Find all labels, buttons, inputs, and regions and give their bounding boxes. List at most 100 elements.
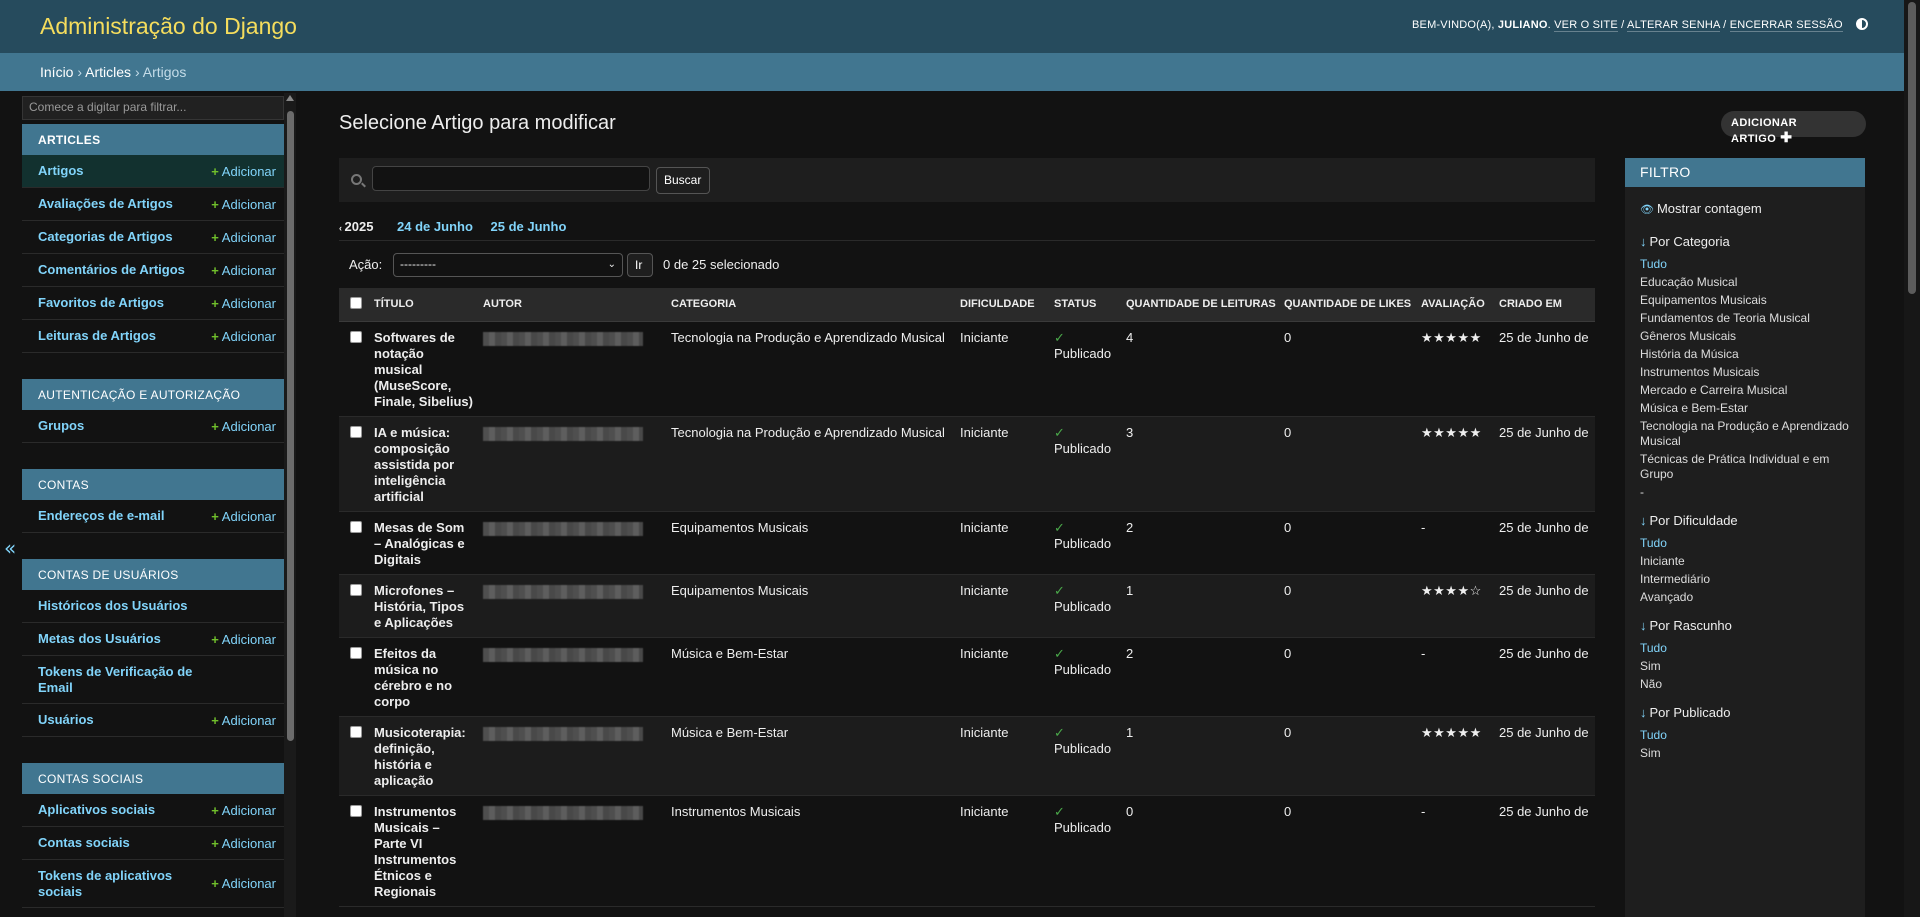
breadcrumb-home[interactable]: Início: [40, 64, 73, 80]
add-link[interactable]: + Adicionar: [211, 263, 276, 278]
row-checkbox[interactable]: [350, 725, 362, 738]
scrollbar-thumb[interactable]: [287, 111, 294, 741]
filter-option[interactable]: Fundamentos de Teoria Musical: [1640, 309, 1850, 327]
article-title-link[interactable]: Efeitos da música no cérebro e no corpo: [369, 637, 478, 717]
sidebar-item-label[interactable]: Leituras de Artigos: [38, 328, 156, 344]
sidebar-item-label[interactable]: Favoritos de Artigos: [38, 295, 164, 311]
page-scrollbar[interactable]: [1904, 0, 1920, 917]
sidebar-item-label[interactable]: Categorias de Artigos: [38, 229, 173, 245]
column-header-status[interactable]: STATUS: [1049, 288, 1121, 322]
filter-option[interactable]: Tudo: [1640, 726, 1850, 744]
add-link[interactable]: + Adicionar: [211, 876, 276, 891]
filter-option[interactable]: Tudo: [1640, 255, 1850, 273]
row-checkbox[interactable]: [350, 646, 362, 659]
show-count-link[interactable]: 👁 Mostrar contagem: [1625, 187, 1865, 222]
add-link[interactable]: + Adicionar: [211, 230, 276, 245]
sidebar-item-label[interactable]: Comentários de Artigos: [38, 262, 185, 278]
row-checkbox[interactable]: [350, 330, 362, 343]
filter-option[interactable]: Intermediário: [1640, 570, 1850, 588]
sidebar-item-label[interactable]: Endereços de e-mail: [38, 508, 164, 524]
change-password-link[interactable]: ALTERAR SENHA: [1627, 19, 1720, 32]
sidebar-item-categorias-de-artigos[interactable]: Categorias de Artigos + Adicionar: [22, 221, 284, 254]
article-title-link[interactable]: Musicoterapia: definição, história e apl…: [369, 716, 478, 796]
date-link-25-junho[interactable]: 25 de Junho: [491, 219, 567, 234]
app-caption[interactable]: AUTENTICAÇÃO E AUTORIZAÇÃO: [22, 379, 284, 410]
row-checkbox[interactable]: [350, 583, 362, 596]
add-link[interactable]: + Adicionar: [211, 509, 276, 524]
add-link[interactable]: + Adicionar: [211, 803, 276, 818]
add-link[interactable]: + Adicionar: [211, 713, 276, 728]
sidebar-item-label[interactable]: Históricos dos Usuários: [38, 598, 188, 614]
add-link[interactable]: + Adicionar: [211, 632, 276, 647]
column-header-criado-em[interactable]: CRIADO EM: [1494, 288, 1595, 322]
app-caption[interactable]: CONTAS SOCIAIS: [22, 763, 284, 794]
sidebar-item-label[interactable]: Tokens de aplicativos sociais: [38, 868, 208, 900]
toggle-nav-sidebar-button[interactable]: «: [4, 536, 16, 560]
select-all-checkbox[interactable]: [350, 296, 362, 309]
add-link[interactable]: + Adicionar: [211, 329, 276, 344]
sidebar-item-label[interactable]: Contas sociais: [38, 835, 130, 851]
add-link[interactable]: + Adicionar: [211, 296, 276, 311]
filter-option[interactable]: -: [1640, 483, 1850, 501]
filter-option[interactable]: História da Música: [1640, 345, 1850, 363]
article-title-link[interactable]: Microfones – História, Tipos e Aplicaçõe…: [369, 574, 478, 638]
breadcrumb-app[interactable]: Articles: [85, 64, 131, 80]
search-input[interactable]: [372, 166, 650, 191]
sidebar-item-label[interactable]: Usuários: [38, 712, 94, 728]
column-header-autor[interactable]: AUTOR: [478, 288, 666, 322]
filter-option[interactable]: Tudo: [1640, 534, 1850, 552]
article-title-link[interactable]: Softwares de notação musical (MuseScore,…: [369, 321, 478, 417]
column-header-leituras[interactable]: QUANTIDADE DE LEITURAS: [1121, 288, 1279, 322]
scrollbar-thumb[interactable]: [1908, 2, 1916, 294]
filter-option[interactable]: Não: [1640, 675, 1850, 693]
row-checkbox[interactable]: [350, 425, 362, 438]
column-header-dificuldade[interactable]: DIFICULDADE: [955, 288, 1049, 322]
sidebar-item-comentarios-de-artigos[interactable]: Comentários de Artigos + Adicionar: [22, 254, 284, 287]
sidebar-item-tokens-de-verificacao-de-email[interactable]: Tokens de Verificação de Email: [22, 656, 284, 704]
filter-option[interactable]: Equipamentos Musicais: [1640, 291, 1850, 309]
date-back-link[interactable]: ‹ 2025: [339, 219, 373, 234]
column-header-titulo[interactable]: TÍTULO: [369, 288, 478, 322]
sidebar-item-avaliacoes-de-artigos[interactable]: Avaliações de Artigos + Adicionar: [22, 188, 284, 221]
nav-filter-input[interactable]: Comece a digitar para filtrar...: [22, 96, 284, 120]
sidebar-item-usuarios[interactable]: Usuários + Adicionar: [22, 704, 284, 737]
article-title-link[interactable]: IA e música: composição assistida por in…: [369, 416, 478, 512]
sidebar-item-favoritos-de-artigos[interactable]: Favoritos de Artigos + Adicionar: [22, 287, 284, 320]
filter-option[interactable]: Gêneros Musicais: [1640, 327, 1850, 345]
scroll-up-icon[interactable]: [286, 95, 294, 101]
date-link-24-junho[interactable]: 24 de Junho: [397, 219, 473, 234]
view-site-link[interactable]: VER O SITE: [1554, 19, 1618, 32]
add-link[interactable]: + Adicionar: [211, 836, 276, 851]
filter-option[interactable]: Sim: [1640, 657, 1850, 675]
sidebar-item-label[interactable]: Metas dos Usuários: [38, 631, 161, 647]
filter-option[interactable]: Avançado: [1640, 588, 1850, 606]
app-caption[interactable]: CONTAS: [22, 469, 284, 500]
sidebar-item-artigos[interactable]: Artigos + Adicionar: [22, 155, 284, 188]
column-header-avaliacao[interactable]: AVALIAÇÃO: [1416, 288, 1494, 322]
sidebar-item-label[interactable]: Aplicativos sociais: [38, 802, 155, 818]
sidebar-item-enderecos-de-e-mail[interactable]: Endereços de e-mail + Adicionar: [22, 500, 284, 533]
filter-option[interactable]: Sim: [1640, 744, 1850, 762]
sidebar-item-aplicativos-sociais[interactable]: Aplicativos sociais + Adicionar: [22, 794, 284, 827]
filter-option[interactable]: Música e Bem-Estar: [1640, 399, 1850, 417]
row-checkbox[interactable]: [350, 804, 362, 817]
add-link[interactable]: + Adicionar: [211, 164, 276, 179]
sidebar-item-grupos[interactable]: Grupos + Adicionar: [22, 410, 284, 443]
sidebar-item-label[interactable]: Artigos: [38, 163, 84, 179]
sidebar-item-label[interactable]: Grupos: [38, 418, 84, 434]
filter-option[interactable]: Iniciante: [1640, 552, 1850, 570]
sidebar-item-metas-dos-usuarios[interactable]: Metas dos Usuários + Adicionar: [22, 623, 284, 656]
sidebar-item-historicos-dos-usuarios[interactable]: Históricos dos Usuários: [22, 590, 284, 623]
sidebar-item-tokens-de-aplicativos-sociais[interactable]: Tokens de aplicativos sociais + Adicionar: [22, 860, 284, 908]
filter-option[interactable]: Mercado e Carreira Musical: [1640, 381, 1850, 399]
site-name[interactable]: Administração do Django: [40, 13, 297, 40]
sidebar-item-label[interactable]: Avaliações de Artigos: [38, 196, 173, 212]
action-select[interactable]: --------- ⌄: [393, 253, 623, 277]
theme-toggle-icon[interactable]: [1856, 18, 1868, 30]
add-link[interactable]: + Adicionar: [211, 419, 276, 434]
add-article-button[interactable]: ADICIONAR ARTIGO ✚: [1721, 111, 1866, 145]
add-link[interactable]: + Adicionar: [211, 197, 276, 212]
column-header-categoria[interactable]: CATEGORIA: [666, 288, 955, 322]
column-header-likes[interactable]: QUANTIDADE DE LIKES: [1279, 288, 1416, 322]
filter-option[interactable]: Tecnologia na Produção e Aprendizado Mus…: [1640, 417, 1850, 450]
